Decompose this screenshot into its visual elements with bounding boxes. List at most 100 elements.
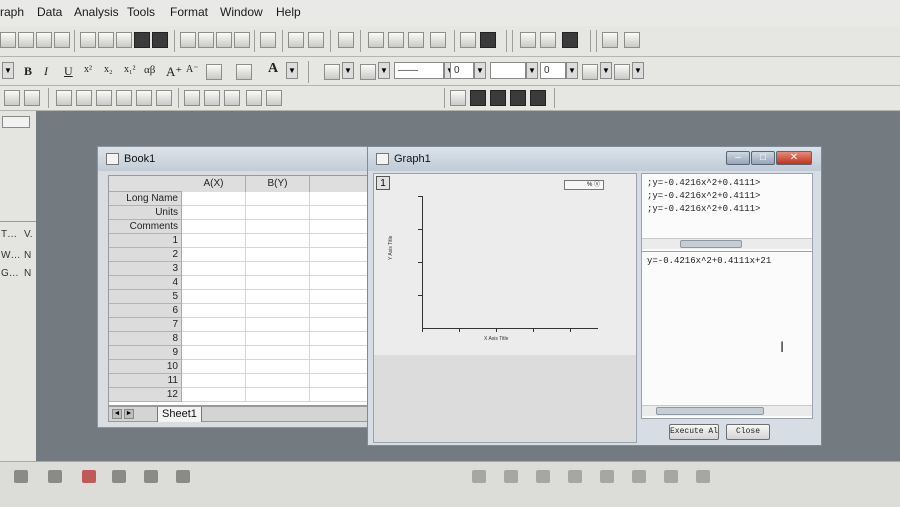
stats-icon[interactable] <box>48 470 62 483</box>
axis-u-icon[interactable] <box>96 90 112 106</box>
grid-cell[interactable] <box>246 374 310 388</box>
grid-cell[interactable] <box>182 318 246 332</box>
remove-bad-data-icon[interactable] <box>530 90 546 106</box>
grid-cell[interactable] <box>246 290 310 304</box>
maximize-button[interactable]: □ <box>751 151 775 165</box>
project-explorer-icon[interactable] <box>338 32 354 48</box>
grid-cell[interactable] <box>246 248 310 262</box>
grid-cell[interactable] <box>182 248 246 262</box>
row-header[interactable]: 1 <box>109 234 182 248</box>
line-color-dropdown[interactable]: ▼ <box>378 62 390 79</box>
font-color-icon[interactable]: A <box>268 61 278 77</box>
open-icon[interactable] <box>80 32 96 48</box>
script-window-icon[interactable] <box>388 32 404 48</box>
row-header[interactable]: 5 <box>109 290 182 304</box>
row-header[interactable]: 12 <box>109 388 182 402</box>
grid-cell[interactable] <box>182 388 246 402</box>
pattern-dropdown[interactable]: ▼ <box>566 62 578 79</box>
grid-lines-icon[interactable] <box>184 90 200 106</box>
cut-icon[interactable] <box>520 32 536 48</box>
panel-toggle-icon[interactable] <box>2 116 30 128</box>
chart-icon[interactable] <box>112 470 126 483</box>
script-history-panel[interactable]: ;y=-0.4216x^2+0.4111> ;y=-0.4216x^2+0.41… <box>641 173 813 253</box>
increase-font-button[interactable]: A⁺ <box>166 64 182 80</box>
grid-cell[interactable] <box>182 206 246 220</box>
greek-button[interactable]: αβ <box>144 64 155 76</box>
data-reader-icon[interactable] <box>490 90 506 106</box>
row-header[interactable]: Long Name <box>109 192 182 206</box>
duplicate-icon[interactable] <box>308 32 324 48</box>
font-color-dropdown[interactable]: ▼ <box>286 62 298 79</box>
grid-cell[interactable] <box>246 318 310 332</box>
grid-cell[interactable] <box>182 276 246 290</box>
x-axis[interactable] <box>422 328 598 329</box>
minimize-button[interactable]: – <box>726 151 750 165</box>
command-window-icon[interactable] <box>408 32 424 48</box>
y-axis[interactable] <box>422 196 423 328</box>
menu-format[interactable]: Format <box>170 5 208 19</box>
script-history-line[interactable]: ;y=-0.4216x^2+0.4111> <box>647 191 760 201</box>
layout-grid-icon[interactable] <box>24 90 40 106</box>
mask-icon[interactable] <box>470 90 486 106</box>
refresh-icon[interactable] <box>288 32 304 48</box>
row-header[interactable]: 7 <box>109 318 182 332</box>
axis-l-icon[interactable] <box>56 90 72 106</box>
brush-icon[interactable] <box>450 90 466 106</box>
menu-help[interactable]: Help <box>276 5 301 19</box>
row-header[interactable]: Units <box>109 206 182 220</box>
menu-data[interactable]: Data <box>37 5 62 19</box>
book1-title-bar[interactable]: Book1 <box>98 147 374 171</box>
row-header[interactable]: 3 <box>109 262 182 276</box>
line-width-select[interactable]: 0 <box>450 62 474 79</box>
text-column-icon[interactable] <box>224 90 240 106</box>
grid-cell[interactable] <box>246 262 310 276</box>
script-history-line[interactable]: ;y=-0.4216x^2+0.4111> <box>647 204 760 214</box>
list-icon[interactable] <box>204 90 220 106</box>
grid-cell[interactable] <box>246 304 310 318</box>
book1-window[interactable]: Book1 A(X) B(Y) Long Name Units Comments 1 2… <box>97 146 375 428</box>
row-header[interactable]: 4 <box>109 276 182 290</box>
scroll-thumb[interactable] <box>680 240 742 248</box>
new-project-icon[interactable] <box>0 32 16 48</box>
new-matrix-icon[interactable] <box>54 32 70 48</box>
scale-icon[interactable] <box>144 470 158 483</box>
layer-1-button[interactable]: 1 <box>376 176 390 190</box>
sheet-prev-icon[interactable]: ◄ <box>112 409 122 419</box>
command-text[interactable]: y=-0.4216x^2+0.4111x+21 <box>647 256 771 266</box>
data-selector-icon[interactable] <box>510 90 526 106</box>
column-header-b[interactable]: B(Y) <box>246 176 310 192</box>
row-header[interactable]: 8 <box>109 332 182 346</box>
script-history-line[interactable]: ;y=-0.4216x^2+0.4111> <box>647 178 760 188</box>
print-icon[interactable] <box>260 32 276 48</box>
grid-cell[interactable] <box>182 346 246 360</box>
axis-l2-icon[interactable] <box>136 90 152 106</box>
table-icon[interactable] <box>266 90 282 106</box>
axis-square-icon[interactable] <box>116 90 132 106</box>
grid-cell[interactable] <box>246 220 310 234</box>
bold-button[interactable]: B <box>24 64 32 79</box>
pattern-color-dropdown[interactable]: ▼ <box>526 62 538 79</box>
grid-cell[interactable] <box>182 290 246 304</box>
row-header[interactable]: 10 <box>109 360 182 374</box>
fill-color-dropdown[interactable]: ▼ <box>342 62 354 79</box>
grid-cell[interactable] <box>246 206 310 220</box>
new-graph-icon[interactable] <box>36 32 52 48</box>
plot-type-icon[interactable] <box>664 470 678 483</box>
grid-cell[interactable] <box>182 220 246 234</box>
underline-button[interactable]: U <box>64 64 73 79</box>
graph1-title-bar[interactable]: Graph1 – □ ✕ <box>368 147 821 171</box>
row-header[interactable]: 2 <box>109 248 182 262</box>
grid-cell[interactable] <box>182 332 246 346</box>
decrease-font-button[interactable]: A⁻ <box>186 64 199 75</box>
hatch-pattern-icon[interactable] <box>582 64 598 80</box>
command-input-area[interactable]: y=-0.4216x^2+0.4111x+21 <box>641 251 813 419</box>
close-window-button[interactable]: ✕ <box>776 151 812 165</box>
box-icon[interactable] <box>176 470 190 483</box>
row-header[interactable]: 9 <box>109 346 182 360</box>
plot-type-icon[interactable] <box>696 470 710 483</box>
column-plot-icon[interactable] <box>14 470 28 483</box>
open-template-icon[interactable] <box>98 32 114 48</box>
open-excel-icon[interactable] <box>116 32 132 48</box>
axis-box-icon[interactable] <box>76 90 92 106</box>
grid-cell[interactable] <box>182 304 246 318</box>
